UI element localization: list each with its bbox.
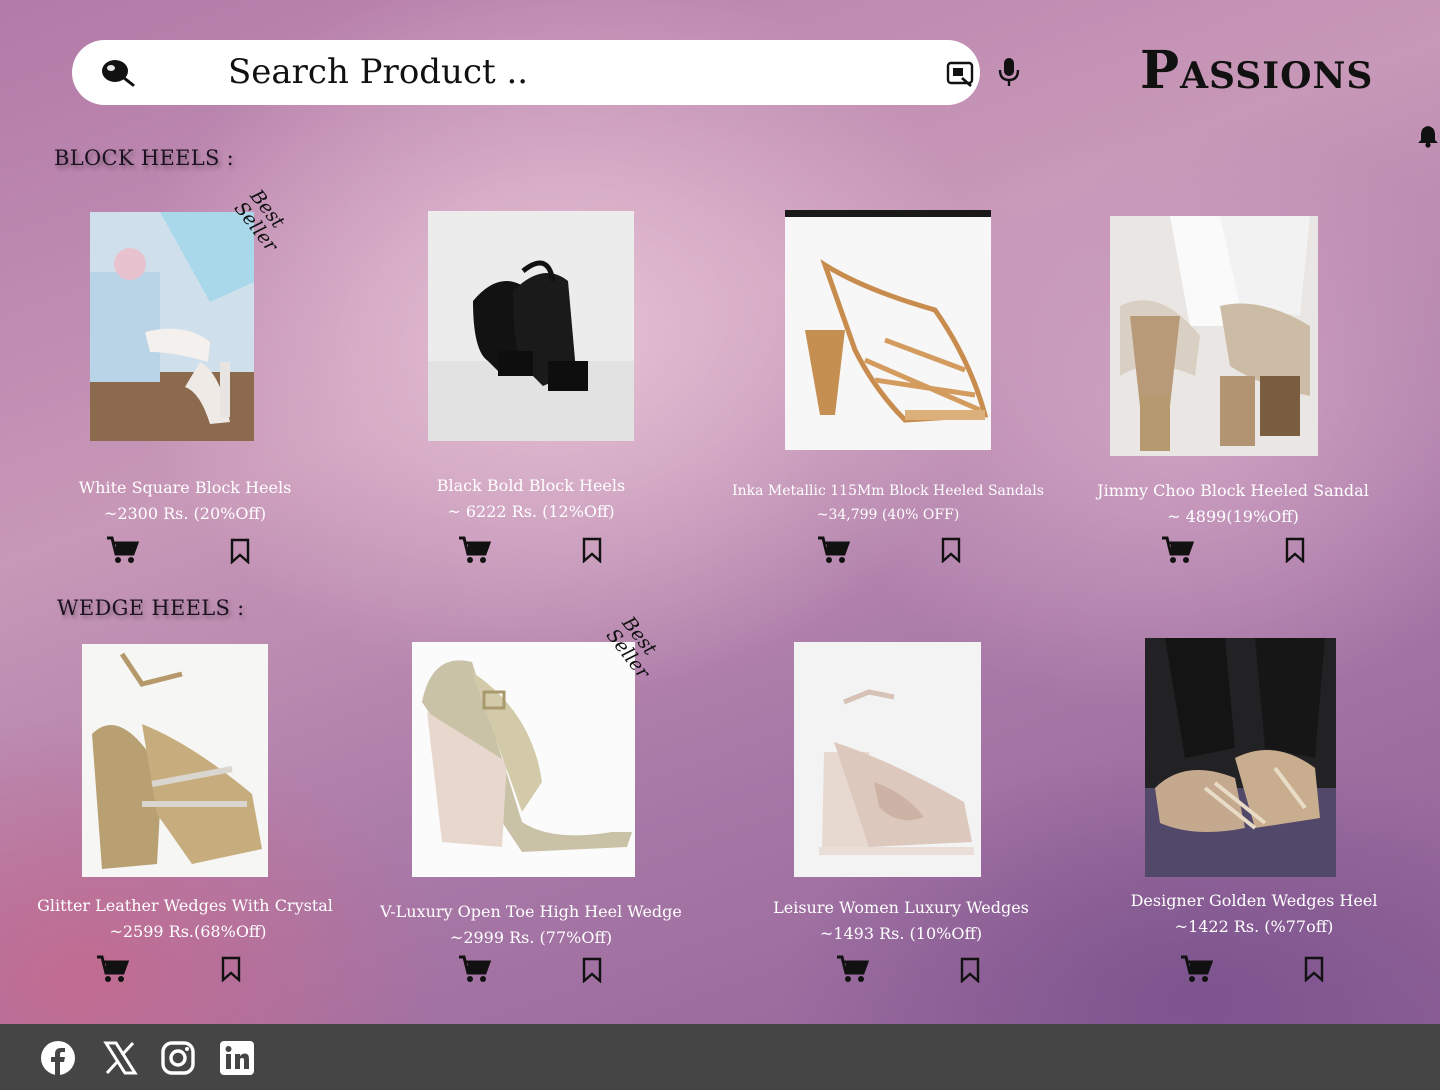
microphone-icon[interactable] (995, 56, 1023, 88)
product-name[interactable]: Glitter Leather Wedges With Crystal (37, 896, 333, 915)
product-image[interactable] (82, 644, 268, 877)
product-image[interactable] (90, 212, 254, 441)
product-price: ~2300 Rs. (20%Off) (103, 504, 267, 523)
product-name[interactable]: Inka Metallic 115Mm Block Heeled Sandals (732, 483, 1044, 499)
facebook-icon[interactable] (40, 1040, 76, 1076)
linkedin-icon[interactable] (219, 1040, 255, 1076)
bookmark-icon[interactable] (229, 538, 251, 564)
product-price: ~34,799 (40% OFF) (816, 507, 960, 523)
product-image[interactable] (412, 642, 635, 877)
x-icon[interactable] (102, 1040, 138, 1076)
product-name[interactable]: Designer Golden Wedges Heel (1131, 891, 1378, 910)
product-price: ~1422 Rs. (%77off) (1174, 917, 1334, 936)
product-image[interactable] (1110, 216, 1318, 456)
product-name[interactable]: White Square Block Heels (79, 478, 292, 497)
footer (0, 1024, 1440, 1090)
cart-icon[interactable] (457, 535, 491, 565)
bell-icon[interactable] (1417, 124, 1439, 148)
search-icon[interactable] (100, 58, 136, 88)
product-price: ~ 6222 Rs. (12%Off) (447, 502, 615, 521)
bookmark-icon[interactable] (581, 957, 603, 983)
search-bar[interactable] (72, 40, 1020, 105)
brand-logo[interactable]: Passions (1140, 40, 1390, 110)
cart-icon[interactable] (816, 535, 850, 565)
bookmark-icon[interactable] (581, 537, 603, 563)
search-input[interactable] (228, 50, 788, 94)
cart-icon[interactable] (1160, 535, 1194, 565)
product-price: ~1493 Rs. (10%Off) (819, 924, 983, 943)
bookmark-icon[interactable] (1303, 956, 1325, 982)
product-price: ~2999 Rs. (77%Off) (449, 928, 613, 947)
product-image[interactable] (794, 642, 981, 877)
product-image[interactable] (428, 211, 634, 441)
section-title-wedge-heels: WEDGE HEELS : (57, 596, 245, 620)
product-price: ~ 4899(19%Off) (1167, 507, 1299, 526)
product-name[interactable]: V-Luxury Open Toe High Heel Wedge (380, 902, 682, 921)
image-search-icon[interactable] (945, 58, 975, 88)
cart-icon[interactable] (457, 954, 491, 984)
bookmark-icon[interactable] (959, 957, 981, 983)
cart-icon[interactable] (105, 535, 139, 565)
cart-icon[interactable] (1179, 954, 1213, 984)
product-name[interactable]: Leisure Women Luxury Wedges (773, 898, 1029, 917)
instagram-icon[interactable] (160, 1040, 196, 1076)
cart-icon[interactable] (95, 954, 129, 984)
bookmark-icon[interactable] (1284, 537, 1306, 563)
cart-icon[interactable] (835, 954, 869, 984)
product-name[interactable]: Jimmy Choo Block Heeled Sandal (1097, 481, 1369, 500)
section-title-block-heels: BLOCK HEELS : (54, 146, 234, 170)
product-price: ~2599 Rs.(68%Off) (109, 922, 267, 941)
product-name[interactable]: Black Bold Block Heels (437, 476, 625, 495)
bookmark-icon[interactable] (940, 537, 962, 563)
bookmark-icon[interactable] (220, 956, 242, 982)
product-image[interactable] (785, 210, 991, 450)
product-image[interactable] (1145, 638, 1336, 877)
